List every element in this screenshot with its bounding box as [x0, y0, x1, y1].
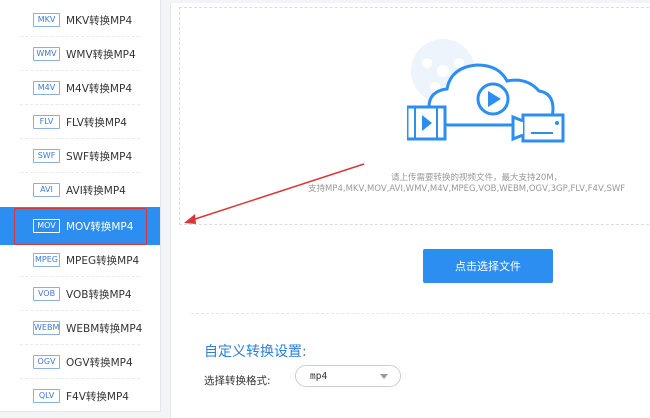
sidebar-item-label: MKV转换MP4: [66, 14, 133, 27]
sidebar-item-label: M4V转换MP4: [66, 82, 132, 95]
format-badge: OGV: [33, 355, 60, 369]
sidebar-item-label: VOB转换MP4: [66, 288, 132, 301]
sidebar-item-label: WMV转换MP4: [66, 48, 136, 61]
sidebar-item-vob[interactable]: VOB VOB转换MP4: [0, 277, 160, 311]
sidebar-item-ogv[interactable]: OGV OGV转换MP4: [0, 345, 160, 379]
format-badge: SWF: [33, 149, 60, 163]
format-badge: VOB: [33, 287, 60, 301]
format-badge: FLV: [33, 115, 60, 129]
format-badge: MOV: [33, 219, 60, 233]
format-badge: MKV: [33, 13, 60, 27]
sidebar-item-f4v[interactable]: QLV F4V转换MP4: [0, 379, 160, 413]
page: MKV MKV转换MP4 WMV WMV转换MP4 M4V M4V转换MP4 F…: [0, 0, 650, 418]
sidebar-item-label: MOV转换MP4: [66, 220, 134, 233]
format-badge: M4V: [33, 81, 60, 95]
format-label: 选择转换格式:: [204, 375, 271, 387]
sidebar: MKV MKV转换MP4 WMV WMV转换MP4 M4V M4V转换MP4 F…: [0, 0, 161, 412]
upload-hint-formats: 支持MP4,MKV,MOV,AVI,WMV,M4V,MPEG,VOB,WEBM,…: [308, 184, 626, 194]
format-badge: WMV: [33, 47, 60, 61]
sidebar-item-label: FLV转换MP4: [66, 116, 127, 129]
sidebar-item-mkv[interactable]: MKV MKV转换MP4: [0, 3, 160, 37]
format-badge: WEBM: [33, 321, 60, 335]
sidebar-item-flv[interactable]: FLV FLV转换MP4: [0, 105, 160, 139]
sidebar-item-label: OGV转换MP4: [66, 356, 133, 369]
select-file-button[interactable]: 点击选择文件: [423, 249, 553, 283]
sidebar-item-label: WEBM转换MP4: [66, 322, 143, 335]
format-badge: QLV: [33, 389, 60, 403]
main-panel: 请上传需要转换的视频文件，最大支持20M， 支持MP4,MKV,MOV,AVI,…: [170, 3, 650, 418]
format-badge: MPEG: [33, 253, 60, 267]
sidebar-item-label: SWF转换MP4: [66, 150, 133, 163]
settings-title: 自定义转换设置:: [204, 344, 307, 360]
divider: [191, 313, 650, 314]
format-badge: AVI: [33, 183, 60, 197]
sidebar-item-mov[interactable]: MOV MOV转换MP4: [0, 207, 160, 245]
sidebar-item-label: MPEG转换MP4: [66, 254, 140, 267]
sidebar-item-label: AVI转换MP4: [66, 184, 126, 197]
sidebar-item-mpeg[interactable]: MPEG MPEG转换MP4: [0, 243, 160, 277]
sidebar-item-label: F4V转换MP4: [66, 390, 129, 403]
chevron-down-icon: [380, 374, 388, 379]
sidebar-item-webm[interactable]: WEBM WEBM转换MP4: [0, 311, 160, 345]
sidebar-item-swf[interactable]: SWF SWF转换MP4: [0, 139, 160, 173]
sidebar-item-wmv[interactable]: WMV WMV转换MP4: [0, 37, 160, 71]
format-select-value: mp4: [310, 370, 328, 382]
sidebar-item-avi[interactable]: AVI AVI转换MP4: [0, 173, 160, 207]
video-upload-illustration-icon: [407, 39, 565, 143]
sidebar-item-m4v[interactable]: M4V M4V转换MP4: [0, 71, 160, 105]
format-select[interactable]: mp4: [295, 365, 401, 387]
